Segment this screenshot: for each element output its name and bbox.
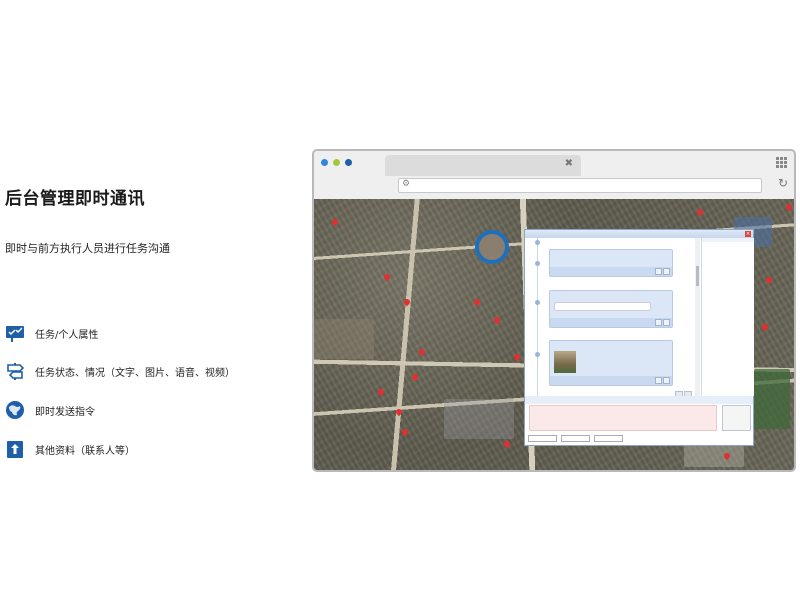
message-input[interactable]	[529, 405, 717, 431]
chat-message[interactable]	[549, 340, 673, 386]
contact-list-item[interactable]	[702, 270, 754, 277]
task-board-icon	[5, 323, 25, 343]
location-marker-icon[interactable]	[475, 230, 509, 264]
timeline-dot	[535, 240, 540, 245]
close-icon[interactable]: ×	[745, 231, 751, 237]
timeline-dot	[535, 300, 540, 305]
contact-list-item[interactable]	[702, 263, 754, 270]
map-pin-icon[interactable]	[396, 409, 402, 417]
message-type-select[interactable]	[528, 434, 557, 442]
field-patch	[754, 369, 790, 429]
address-bar[interactable]: ⚙	[398, 178, 762, 193]
feature-item-task-attributes: 任务/个人属性	[5, 322, 98, 344]
upload-icon	[5, 439, 25, 459]
district-patch	[444, 399, 514, 439]
map-pin-icon[interactable]	[504, 441, 510, 449]
photo-attachment[interactable]	[554, 351, 576, 373]
feature-label: 任务/个人属性	[35, 329, 99, 341]
send-button[interactable]	[722, 405, 751, 431]
message-footer	[550, 267, 672, 276]
feature-item-other-data: 其他资料（联系人等）	[5, 438, 135, 460]
map-pin-icon[interactable]	[697, 209, 703, 217]
compose-toolbar	[525, 396, 753, 404]
close-icon[interactable]: ✖	[565, 158, 573, 169]
contact-list-item[interactable]	[702, 256, 754, 263]
contact-list-item[interactable]	[702, 277, 754, 284]
reload-icon[interactable]: ↻	[778, 176, 788, 190]
browser-window: ✖ ⚙ ↻ ×	[312, 149, 796, 472]
map-pin-icon[interactable]	[412, 374, 418, 382]
map-pin-icon[interactable]	[332, 219, 338, 227]
feature-item-task-status: 任务状态、情况（文字、图片、语音、视频）	[5, 360, 235, 382]
map-pin-icon[interactable]	[786, 204, 792, 212]
globe-icon	[5, 400, 25, 420]
message-options-row	[528, 434, 752, 442]
chat-message[interactable]	[549, 249, 673, 277]
map-pin-icon[interactable]	[419, 349, 425, 357]
window-controls	[321, 159, 352, 166]
user-icon[interactable]	[655, 377, 662, 384]
map-pin-icon[interactable]	[402, 429, 408, 437]
map-pin-icon[interactable]	[762, 324, 768, 332]
contact-list-panel	[701, 238, 754, 396]
signpost-icon	[5, 361, 25, 381]
map-pin-icon[interactable]	[724, 453, 730, 461]
maximize-dot-icon[interactable]	[345, 159, 352, 166]
message-list[interactable]	[525, 238, 701, 399]
browser-tab[interactable]: ✖	[385, 155, 581, 176]
feature-label: 即时发送指令	[35, 406, 95, 418]
user-icon[interactable]	[655, 268, 662, 275]
map-pin-icon[interactable]	[404, 299, 410, 307]
contact-list-item[interactable]	[702, 249, 754, 256]
message-footer	[550, 318, 672, 327]
page-subtitle: 即时与前方执行人员进行任务沟通	[5, 242, 170, 255]
settings-icon: ⚙	[402, 179, 411, 189]
map-pin-icon[interactable]	[474, 299, 480, 307]
close-dot-icon[interactable]	[321, 159, 328, 166]
contact-list-item[interactable]	[702, 242, 754, 249]
copy-icon[interactable]	[663, 377, 670, 384]
copy-icon[interactable]	[663, 319, 670, 326]
chat-message[interactable]	[549, 290, 673, 328]
map-pin-icon[interactable]	[384, 274, 390, 282]
option-select[interactable]	[594, 434, 623, 442]
timeline-dot	[535, 261, 540, 266]
chat-window: ×	[524, 229, 754, 446]
satellite-map[interactable]: ×	[314, 199, 794, 470]
minimize-dot-icon[interactable]	[333, 159, 340, 166]
message-scrollbar[interactable]	[695, 238, 700, 396]
chat-window-titlebar: ×	[525, 230, 753, 238]
voice-message-player[interactable]	[554, 302, 651, 311]
user-icon[interactable]	[655, 319, 662, 326]
option-select[interactable]	[561, 434, 590, 442]
map-pin-icon[interactable]	[378, 389, 384, 397]
contact-list-item[interactable]	[702, 284, 754, 291]
page-title: 后台管理即时通讯	[5, 189, 145, 209]
copy-icon[interactable]	[663, 268, 670, 275]
timeline-dot	[535, 352, 540, 357]
map-pin-icon[interactable]	[514, 354, 520, 362]
district-patch	[314, 319, 374, 359]
apps-grid-icon[interactable]	[776, 157, 787, 168]
feature-label: 其他资料（联系人等）	[35, 445, 135, 457]
map-pin-icon[interactable]	[766, 277, 772, 285]
feature-item-send-command: 即时发送指令	[5, 399, 95, 421]
feature-label: 任务状态、情况（文字、图片、语音、视频）	[35, 367, 235, 379]
scrollbar-thumb[interactable]	[696, 266, 699, 286]
map-pin-icon[interactable]	[494, 317, 500, 325]
message-footer	[550, 376, 672, 385]
